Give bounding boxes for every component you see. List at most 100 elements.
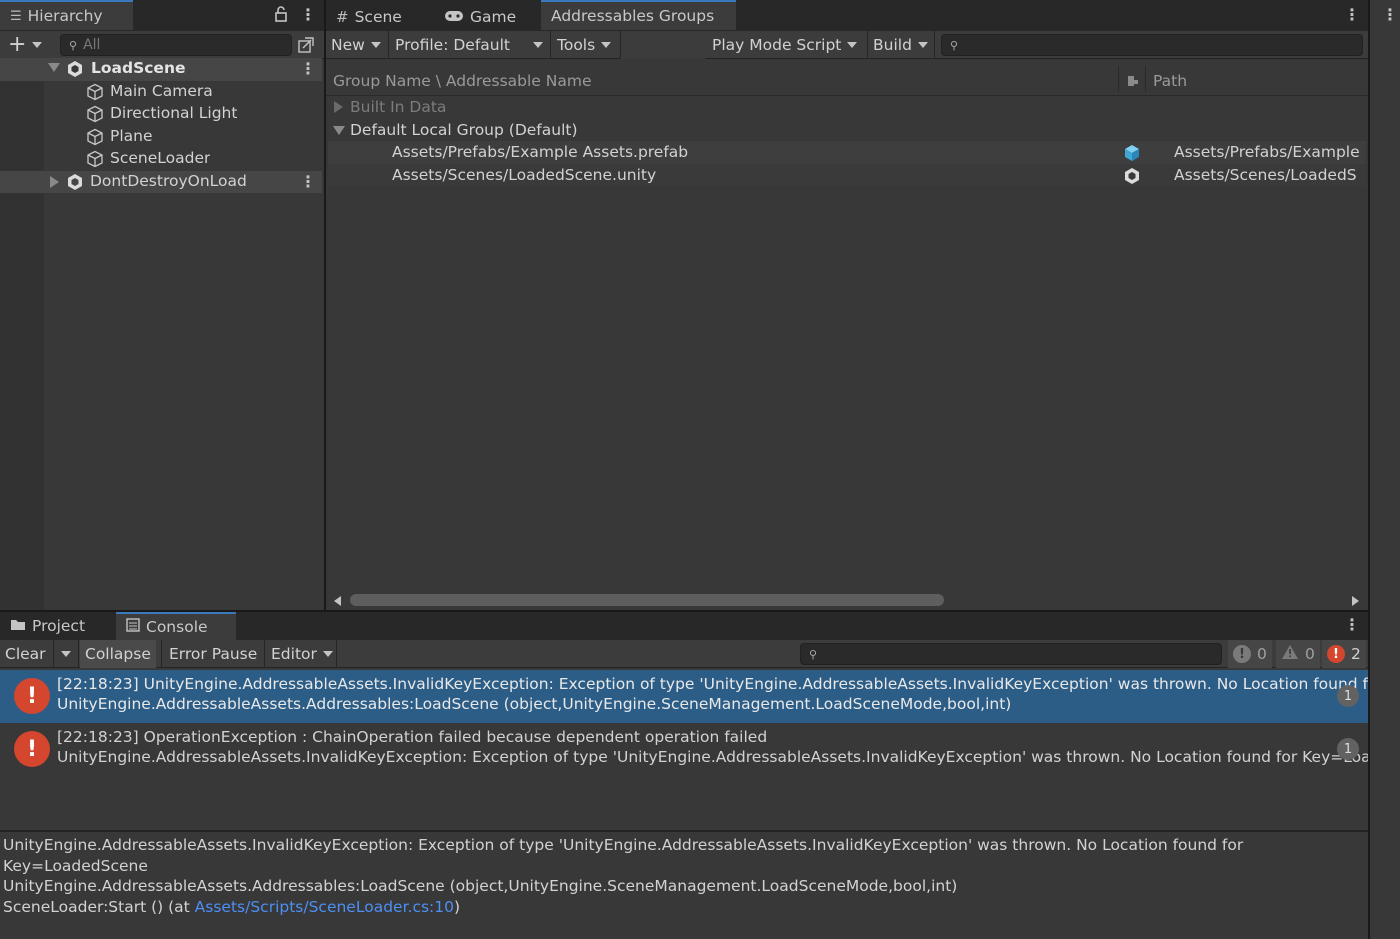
console-log-entry[interactable]: ! [22:18:23] OperationException : ChainO… (0, 723, 1368, 776)
collapse-arrow-icon[interactable] (334, 101, 343, 113)
group-row-default-local[interactable]: Default Local Group (Default) (328, 119, 1366, 142)
gameobject-icon (86, 150, 104, 168)
script-link[interactable]: Assets/Scripts/SceneLoader.cs:10 (195, 898, 454, 916)
asset-type-icon (1126, 74, 1140, 92)
folder-icon (10, 617, 26, 635)
hierarchy-item-label: DontDestroyOnLoad (90, 171, 247, 190)
entry-row-scene[interactable]: Assets/Scenes/LoadedScene.unity Assets/S… (328, 163, 1366, 186)
detail-line: UnityEngine.AddressableAssets.InvalidKey… (3, 836, 1244, 854)
hierarchy-scene-dontdestroyonload[interactable]: DontDestroyOnLoad ⋮ (0, 170, 322, 193)
warning-icon (1281, 644, 1299, 664)
collapse-toggle[interactable]: Collapse (80, 640, 156, 668)
play-mode-label: Play Mode Script (712, 36, 842, 54)
tab-scene-label: Scene (354, 8, 402, 26)
clear-button[interactable]: Clear (0, 640, 51, 668)
expand-arrow-icon[interactable] (48, 63, 60, 72)
clear-options-dropdown[interactable] (56, 640, 76, 668)
entry-path: Assets/Scenes/LoadedS (1174, 165, 1357, 184)
hierarchy-menu-icon[interactable]: ⋮ (300, 5, 316, 24)
tab-console[interactable]: Console (116, 612, 236, 640)
hierarchy-item-sceneloader[interactable]: SceneLoader (0, 148, 322, 171)
search-icon: ⚲ (69, 38, 78, 52)
hierarchy-item-label: LoadScene (91, 59, 186, 77)
log-entry-line2: UnityEngine.AddressableAssets.Addressabl… (57, 695, 1012, 713)
chevron-down-icon (322, 651, 333, 657)
expand-arrow-icon[interactable] (333, 125, 345, 135)
tab-hierarchy[interactable]: ☰ Hierarchy (0, 0, 133, 30)
group-row-built-in-data[interactable]: Built In Data (328, 96, 1366, 119)
error-pause-toggle[interactable]: Error Pause (164, 640, 262, 668)
collapse-label: Collapse (85, 645, 151, 663)
inspector-menu-icon[interactable]: ⋮ (1382, 5, 1398, 24)
search-icon: ⚲ (809, 647, 818, 661)
scroll-thumb[interactable] (350, 594, 944, 606)
entry-row-prefab[interactable]: Assets/Prefabs/Example Assets.prefab Ass… (328, 141, 1366, 164)
new-button[interactable]: New (326, 31, 386, 59)
tab-console-label: Console (146, 618, 208, 636)
scene-menu-icon[interactable]: ⋮ (300, 172, 316, 191)
scroll-left-icon[interactable] (334, 596, 341, 606)
error-filter-toggle[interactable]: ! 2 (1322, 640, 1366, 668)
hierarchy-panel: ☰ Hierarchy ⋮ + ⚲ All LoadScene ⋮ Main C… (0, 0, 324, 610)
log-entry-line1: [22:18:23] OperationException : ChainOpe… (57, 728, 768, 746)
detail-line: UnityEngine.AddressableAssets.Addressabl… (3, 877, 958, 895)
console-detail-pane: UnityEngine.AddressableAssets.InvalidKey… (0, 832, 1368, 939)
chevron-down-icon (533, 42, 543, 48)
gameobject-icon (86, 128, 104, 146)
tab-addressables-groups[interactable]: Addressables Groups (541, 0, 736, 30)
info-icon: ! (1233, 645, 1251, 663)
editor-dropdown[interactable]: Editor (266, 640, 338, 668)
addressables-h-scrollbar[interactable] (328, 590, 1366, 610)
column-header-path[interactable]: Path (1153, 72, 1187, 90)
scene-menu-icon[interactable]: ⋮ (300, 59, 316, 78)
tab-game-label: Game (470, 8, 517, 26)
hierarchy-item-main-camera[interactable]: Main Camera (0, 81, 322, 104)
tab-scene[interactable]: # Scene (326, 2, 412, 32)
collapse-arrow-icon[interactable] (50, 175, 59, 188)
column-divider[interactable] (1118, 66, 1119, 92)
hierarchy-search-placeholder: All (83, 37, 101, 53)
addressables-column-header: Group Name \ Addressable Name Path (326, 60, 1368, 96)
console-search-input[interactable]: ⚲ (800, 643, 1222, 665)
tab-project[interactable]: Project (0, 612, 95, 640)
error-icon: ! (14, 678, 50, 714)
hierarchy-item-directional-light[interactable]: Directional Light (0, 103, 322, 126)
warning-filter-toggle[interactable]: 0 (1276, 640, 1320, 668)
toolbar-divider (53, 640, 54, 668)
log-entry-line2: UnityEngine.AddressableAssets.InvalidKey… (57, 748, 1368, 766)
info-filter-toggle[interactable]: ! 0 (1228, 640, 1272, 668)
build-dropdown[interactable]: Build (868, 31, 933, 59)
column-divider[interactable] (1145, 66, 1146, 92)
center-menu-icon[interactable]: ⋮ (1344, 5, 1360, 24)
hierarchy-tabbar: ☰ Hierarchy ⋮ (0, 0, 324, 32)
console-log-entry[interactable]: ! [22:18:23] UnityEngine.AddressableAsse… (0, 670, 1368, 723)
tab-game[interactable]: Game (434, 2, 526, 32)
chevron-down-icon (847, 42, 858, 48)
warning-count: 0 (1305, 645, 1315, 663)
scene-visibility-icon[interactable] (297, 36, 315, 58)
error-pause-label: Error Pause (169, 645, 258, 663)
search-icon: ⚲ (950, 38, 959, 52)
group-label: Default Local Group (Default) (350, 120, 578, 139)
editor-label: Editor (271, 645, 317, 663)
tab-addressables-label: Addressables Groups (551, 7, 715, 25)
console-toolbar: Clear Collapse Error Pause Editor ⚲ ! 0 (0, 640, 1368, 668)
addressables-search-input[interactable]: ⚲ (941, 34, 1363, 56)
toolbar-divider (78, 640, 79, 668)
scroll-right-icon[interactable] (1352, 596, 1359, 606)
inspector-strip: ⋮ (1370, 0, 1400, 939)
hierarchy-item-plane[interactable]: Plane (0, 126, 322, 149)
grid-icon: # (336, 8, 349, 26)
create-button[interactable]: + (0, 31, 47, 59)
play-mode-script-dropdown[interactable]: Play Mode Script (707, 31, 862, 59)
console-menu-icon[interactable]: ⋮ (1344, 615, 1360, 634)
hierarchy-item-label: Main Camera (110, 81, 213, 100)
bottom-tabbar: Project Console ⋮ (0, 612, 1368, 640)
hierarchy-search-input[interactable]: ⚲ All (60, 34, 292, 56)
lock-icon[interactable] (274, 6, 288, 26)
profile-dropdown[interactable]: Profile: Default (390, 31, 548, 59)
column-header-name[interactable]: Group Name \ Addressable Name (333, 72, 591, 90)
center-tabbar: # Scene Game Addressables Groups ⋮ (326, 0, 1368, 32)
tools-dropdown[interactable]: Tools (552, 31, 616, 59)
hierarchy-scene-loadscene[interactable]: LoadScene ⋮ (0, 58, 322, 81)
